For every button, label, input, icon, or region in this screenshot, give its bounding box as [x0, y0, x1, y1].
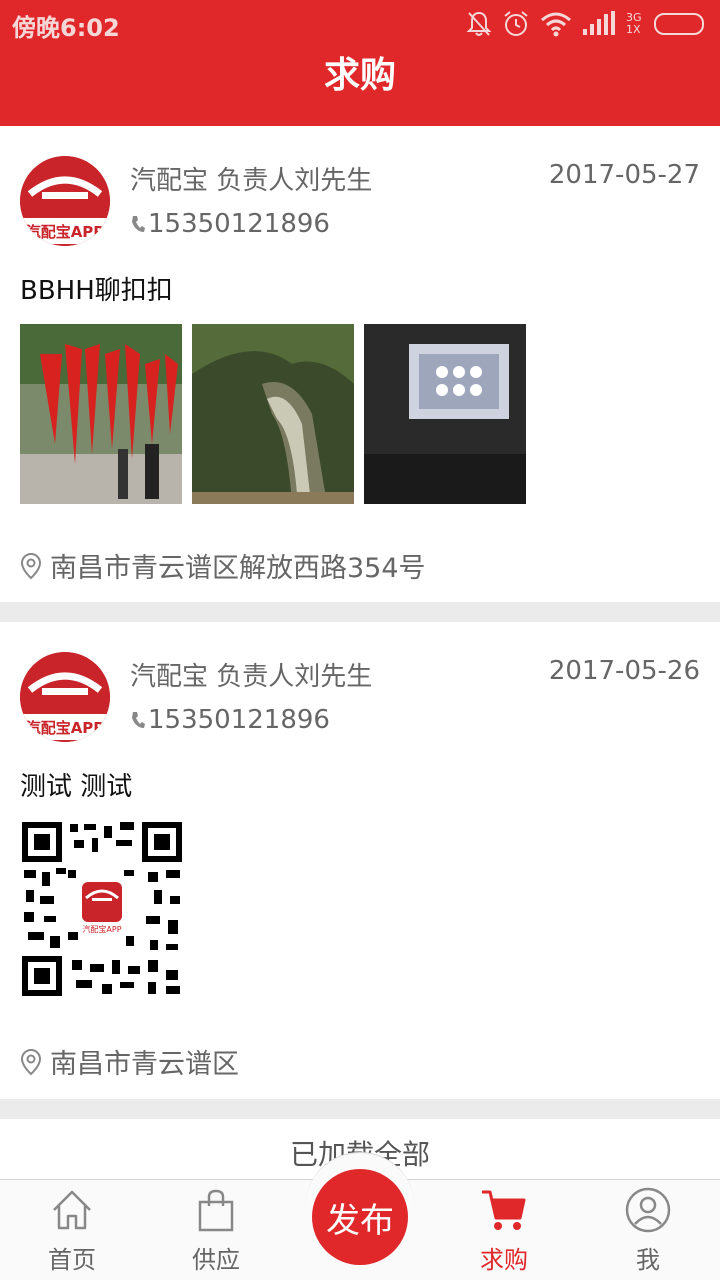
avatar-logo: 汽配宝APP	[20, 156, 110, 246]
signal-icon	[583, 11, 615, 35]
location-pin-icon	[20, 1048, 42, 1075]
photo-thumbnail[interactable]	[192, 324, 354, 504]
publish-button[interactable]: 发布	[312, 1169, 408, 1265]
shopping-bag-icon	[198, 1189, 234, 1232]
post-description: 测试 测试	[20, 772, 133, 802]
nav-home[interactable]: 首页	[0, 1180, 144, 1280]
post-card[interactable]: 汽配宝APP 汽配宝 负责人刘先生 2017-05-27 15350121896…	[0, 126, 720, 602]
battery-icon	[654, 13, 704, 35]
nav-purchase-label: 求购	[480, 1246, 528, 1274]
avatar[interactable]: 汽配宝APP	[20, 652, 110, 742]
status-bar: 傍晚6:02 3G 1X	[0, 0, 720, 48]
avatar-text: 汽配宝APP	[26, 223, 105, 241]
status-time: 傍晚6:02	[12, 14, 120, 42]
nav-me-label: 我	[636, 1246, 660, 1274]
home-icon	[53, 1190, 91, 1230]
wifi-icon	[541, 12, 571, 37]
post-date: 2017-05-26	[548, 656, 700, 686]
notifications-off-icon	[466, 11, 492, 36]
nav-home-label: 首页	[48, 1246, 96, 1274]
photo-thumbnail[interactable]	[20, 324, 182, 504]
nav-purchase[interactable]: 求购	[432, 1180, 576, 1280]
page-title: 求购	[323, 55, 396, 96]
post-date: 2017-05-27	[548, 160, 700, 190]
location-text: 南昌市青云谱区解放西路354号	[50, 553, 426, 584]
qr-caption: 汽配宝APP	[82, 924, 121, 934]
qr-code-image[interactable]: 汽配宝APP	[20, 820, 184, 998]
phone-number: 15350121896	[148, 705, 330, 735]
publisher-name: 汽配宝 负责人刘先生	[130, 662, 373, 692]
photo-thumbnail[interactable]	[364, 324, 526, 504]
phone-link[interactable]: 15350121896	[130, 705, 330, 735]
post-card[interactable]: 汽配宝APP 汽配宝 负责人刘先生 2017-05-26 15350121896…	[0, 622, 720, 1099]
nav-me[interactable]: 我	[576, 1180, 720, 1280]
avatar[interactable]: 汽配宝APP	[20, 156, 110, 246]
phone-icon	[132, 216, 145, 232]
photo-gallery	[20, 324, 526, 504]
location: 南昌市青云谱区	[20, 1042, 239, 1081]
alarm-icon	[504, 11, 528, 36]
location-text: 南昌市青云谱区	[50, 1049, 239, 1080]
network-type: 3G 1X	[626, 11, 642, 36]
header-bar: 傍晚6:02 3G 1X 求购	[0, 0, 720, 126]
phone-icon	[132, 712, 145, 728]
app-root: 傍晚6:02 3G 1X 求购 汽配宝APP 汽配宝 负责人刘先生 2017-0…	[0, 0, 720, 1280]
profile-icon	[625, 1187, 671, 1233]
publisher-name: 汽配宝 负责人刘先生	[130, 166, 373, 196]
location-pin-icon	[20, 552, 42, 579]
status-icons: 3G 1X	[466, 9, 708, 39]
post-description: BBHH聊扣扣	[20, 276, 173, 306]
shopping-cart-icon	[482, 1190, 526, 1230]
nav-supply[interactable]: 供应	[144, 1180, 288, 1280]
phone-number: 15350121896	[148, 209, 330, 239]
nav-supply-label: 供应	[192, 1246, 240, 1274]
phone-link[interactable]: 15350121896	[130, 209, 330, 239]
location: 南昌市青云谱区解放西路354号	[20, 546, 426, 585]
avatar-logo: 汽配宝APP	[20, 652, 110, 742]
avatar-text: 汽配宝APP	[26, 719, 105, 737]
